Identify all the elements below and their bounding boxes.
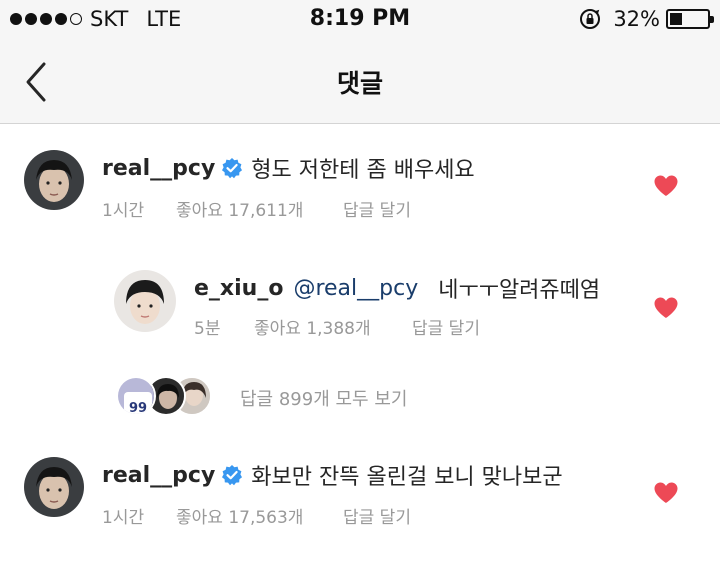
page-title: 댓글 — [336, 69, 383, 98]
battery-icon — [666, 9, 714, 29]
reply-button[interactable]: 답글 달기 — [412, 314, 480, 339]
username[interactable]: e_xiu_o — [194, 276, 283, 301]
heart-icon[interactable] — [653, 481, 679, 505]
like-count[interactable]: 좋아요 1,388개 — [254, 314, 371, 339]
avatar[interactable] — [114, 270, 176, 332]
comment-line: e_xiu_o @real__pcy 네ㅜㅜ알려쥬떼염 — [194, 272, 600, 304]
avatar[interactable] — [24, 150, 84, 210]
verified-badge-icon — [222, 158, 243, 179]
avatar: 99 — [116, 376, 156, 416]
comment-time: 1시간 — [102, 508, 145, 528]
status-right: 32% — [579, 7, 714, 31]
heart-icon[interactable] — [653, 296, 679, 320]
comment-text: 네ㅜㅜ알려쥬떼염 — [438, 278, 601, 303]
comment-line: real__pcy 형도 저한테 좀 배우세요 — [102, 152, 475, 184]
reply-button[interactable]: 답글 달기 — [343, 503, 411, 528]
nav-bar: 댓글 — [0, 40, 720, 124]
view-replies-row[interactable]: 99 답글 899개 모두 보기 — [0, 372, 720, 422]
reply-item: e_xiu_o @real__pcy 네ㅜㅜ알려쥬떼염 5분 좋아요 1,388… — [0, 244, 720, 350]
verified-badge-icon — [222, 465, 243, 486]
comment-line: real__pcy 화보만 잔뜩 올린걸 보니 맞나보군 — [102, 459, 563, 491]
comment-text: 형도 저한테 좀 배우세요 — [251, 158, 475, 183]
reply-button[interactable]: 답글 달기 — [343, 196, 411, 221]
view-all-replies-link[interactable]: 답글 899개 모두 보기 — [240, 385, 407, 411]
username[interactable]: real__pcy — [102, 463, 215, 488]
like-count[interactable]: 좋아요 17,611개 — [176, 196, 303, 221]
comment-text: 화보만 잔뜩 올린걸 보니 맞나보군 — [251, 465, 563, 490]
comment-time: 5분 — [194, 319, 221, 339]
comment-time: 1시간 — [102, 201, 145, 221]
avatar[interactable] — [24, 457, 84, 517]
battery-percent: 32% — [613, 7, 660, 31]
mention-link[interactable]: @real__pcy — [293, 276, 418, 301]
rotation-lock-icon — [580, 9, 601, 29]
heart-icon[interactable] — [653, 174, 679, 198]
jersey-number: 99 — [129, 401, 147, 416]
like-count[interactable]: 좋아요 17,563개 — [176, 503, 303, 528]
status-bar: SKT LTE 8:19 PM 32% — [0, 0, 720, 40]
comment-item: real__pcy 화보만 잔뜩 올린걸 보니 맞나보군 1시간 좋아요 17,… — [0, 431, 720, 551]
username[interactable]: real__pcy — [102, 156, 215, 181]
comment-item: real__pcy 형도 저한테 좀 배우세요 1시간 좋아요 17,611개 … — [0, 124, 720, 244]
